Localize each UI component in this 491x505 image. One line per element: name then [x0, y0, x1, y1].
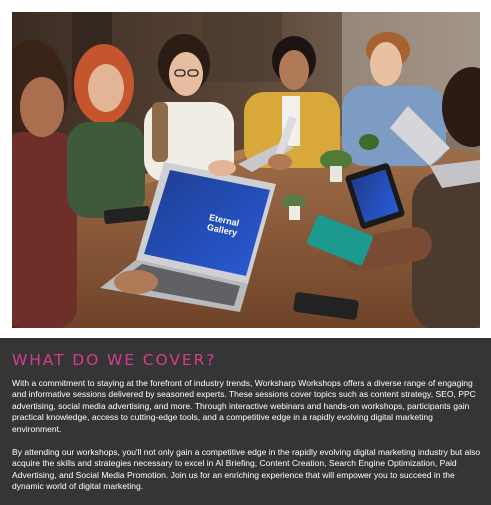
- benefits-paragraph: By attending our workshops, you'll not o…: [12, 447, 481, 492]
- workshop-photo: Eternal Gallery: [12, 12, 480, 328]
- section-heading: WHAT DO WE COVER?: [12, 351, 217, 369]
- page-frame: Eternal Gallery WHAT DO WE COVER? With a…: [0, 0, 491, 505]
- person-green-jacket: [67, 122, 145, 218]
- intro-paragraph: With a commitment to staying at the fore…: [12, 378, 476, 434]
